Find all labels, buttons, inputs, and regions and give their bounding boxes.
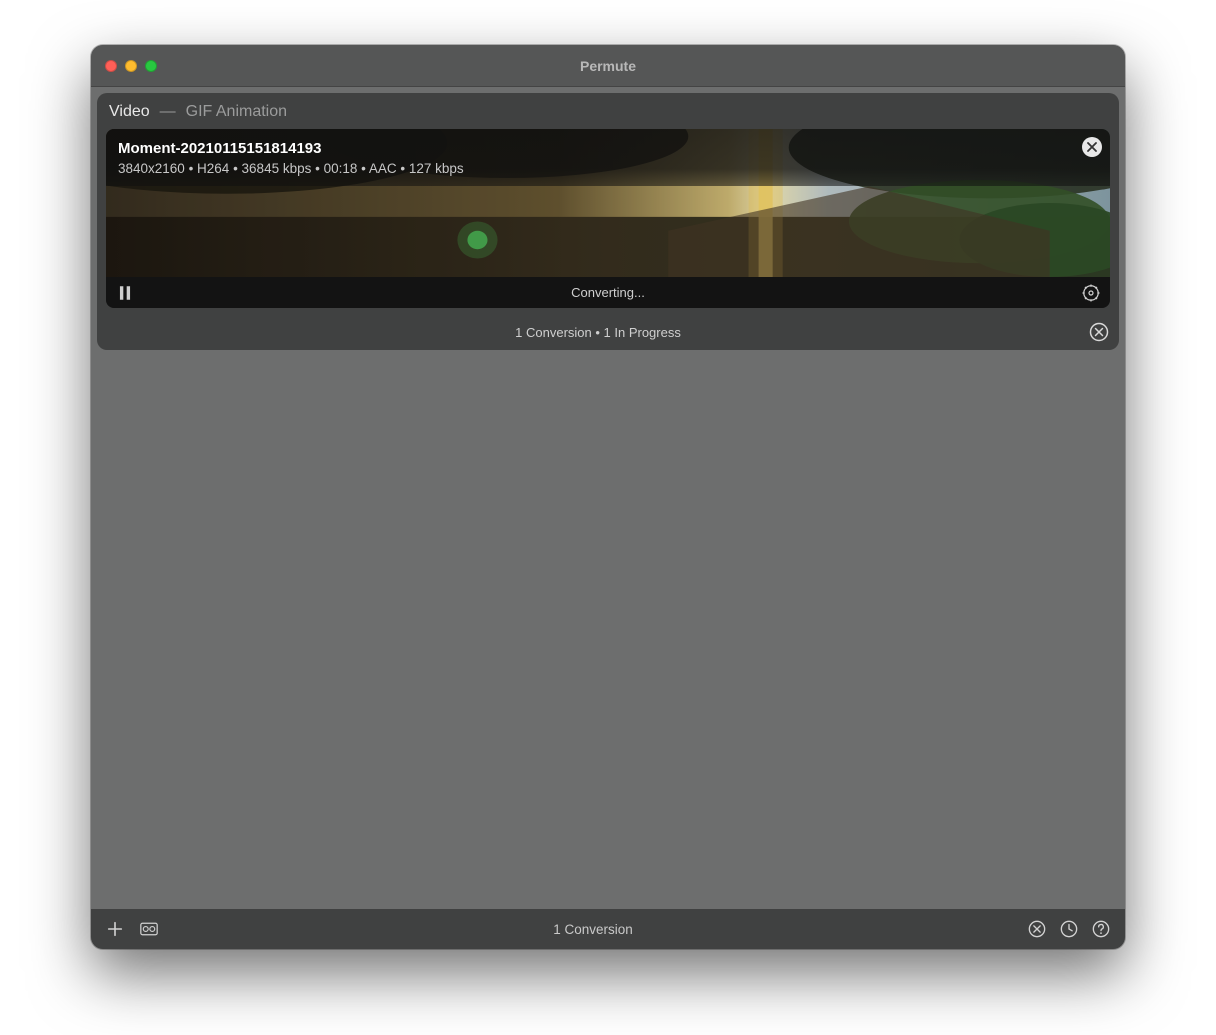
clock-icon bbox=[1060, 920, 1078, 938]
presets-button[interactable] bbox=[139, 919, 159, 939]
group-header[interactable]: Video — GIF Animation bbox=[97, 93, 1119, 129]
bottom-summary: 1 Conversion bbox=[171, 922, 1015, 937]
cancel-icon bbox=[1028, 920, 1046, 938]
item-status: Converting... bbox=[106, 285, 1110, 300]
group-category: Video bbox=[109, 103, 150, 121]
titlebar: Permute bbox=[91, 45, 1125, 87]
add-file-button[interactable] bbox=[105, 919, 125, 939]
group-separator: — bbox=[160, 103, 176, 121]
cancel-group-button[interactable] bbox=[1089, 322, 1109, 342]
help-icon bbox=[1092, 920, 1110, 938]
bottom-toolbar-left bbox=[105, 919, 159, 939]
help-button[interactable] bbox=[1091, 919, 1111, 939]
content-area: Video — GIF Animation bbox=[91, 87, 1125, 909]
history-button[interactable] bbox=[1059, 919, 1079, 939]
item-preview: Moment-20210115151814193 3840x2160 • H26… bbox=[106, 129, 1110, 277]
item-meta: 3840x2160 • H264 • 36845 kbps • 00:18 • … bbox=[118, 161, 1070, 176]
group-footer: 1 Conversion • 1 In Progress bbox=[97, 314, 1119, 350]
fullscreen-window-button[interactable] bbox=[145, 60, 157, 72]
pause-icon bbox=[116, 284, 134, 302]
bottom-toolbar-right bbox=[1027, 919, 1111, 939]
remove-item-button[interactable] bbox=[1082, 137, 1102, 157]
item-settings-button[interactable] bbox=[1082, 284, 1100, 302]
app-window: Permute Video — GIF Animation bbox=[91, 45, 1125, 949]
item-info-overlay: Moment-20210115151814193 3840x2160 • H26… bbox=[106, 129, 1110, 186]
close-icon bbox=[1087, 142, 1097, 152]
window-title: Permute bbox=[91, 58, 1125, 74]
close-window-button[interactable] bbox=[105, 60, 117, 72]
presets-icon bbox=[140, 920, 158, 938]
conversion-group: Video — GIF Animation bbox=[97, 93, 1119, 350]
traffic-lights bbox=[91, 60, 157, 72]
cancel-all-button[interactable] bbox=[1027, 919, 1047, 939]
item-title: Moment-20210115151814193 bbox=[118, 139, 1070, 159]
item-footer: Converting... bbox=[106, 277, 1110, 308]
pause-button[interactable] bbox=[116, 284, 134, 302]
cancel-icon bbox=[1089, 322, 1109, 342]
conversion-item: Moment-20210115151814193 3840x2160 • H26… bbox=[106, 129, 1110, 308]
gear-icon bbox=[1082, 284, 1100, 302]
bottom-toolbar: 1 Conversion bbox=[91, 909, 1125, 949]
plus-icon bbox=[106, 920, 124, 938]
group-preset: GIF Animation bbox=[186, 103, 287, 121]
group-summary: 1 Conversion • 1 In Progress bbox=[107, 325, 1089, 340]
minimize-window-button[interactable] bbox=[125, 60, 137, 72]
